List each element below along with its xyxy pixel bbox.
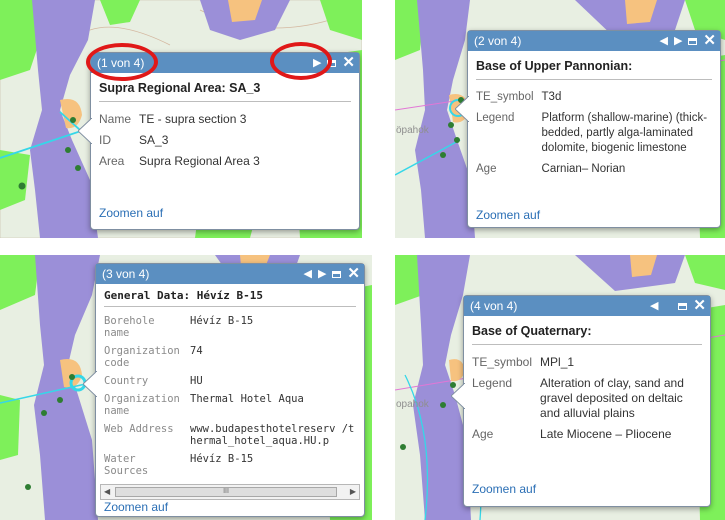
popup-content: Supra Regional Area: SA_3 Name TE - supra… [91, 73, 359, 173]
highlight-circle-counter [86, 43, 158, 81]
panel-4: opahok (4 von 4) ◀ ✕ Base of Quaternary:… [395, 255, 725, 520]
attribute-value: Alteration of clay, sand and gravel depo… [540, 376, 684, 420]
attribute-key: Legend [476, 112, 515, 124]
popup-title: General Data: Hévíz B-15 [104, 289, 356, 307]
map-place-label: opahok [396, 399, 429, 410]
attribute-row: Age Late Miocene – Pliocene [472, 425, 702, 446]
attribute-row: Name TE - supra section 3 [99, 110, 260, 131]
highlight-circle-next [270, 42, 332, 80]
popup-pointer [455, 96, 469, 122]
attribute-table: Name TE - supra section 3 ID SA_3 Area Supr… [99, 110, 260, 173]
next-arrow-icon[interactable]: ▶ [674, 31, 682, 51]
close-icon[interactable]: ✕ [347, 264, 360, 284]
popup-title: Base of Upper Pannonian: [476, 59, 712, 80]
previous-arrow-icon[interactable]: ◀ [650, 296, 658, 316]
attribute-value: Supra Regional Area 3 [139, 154, 260, 168]
close-icon[interactable]: ✕ [342, 53, 355, 73]
popup-title: Base of Quaternary: [472, 324, 702, 345]
next-arrow-icon[interactable]: ▶ [318, 264, 326, 284]
popup-content: General Data: Hévíz B-15 Borehole name Hé… [96, 284, 364, 481]
attribute-value: Carnian– Norian [541, 163, 626, 175]
attribute-row: Organization name Thermal Hotel Aqua [104, 391, 356, 421]
panel-3: (3 von 4) ◀ ▶ ✕ General Data: Hévíz B-15… [0, 255, 372, 520]
popup-titlebar: (3 von 4) ◀ ▶ ✕ [96, 264, 364, 284]
attribute-row: TE_symbol MPl_1 [472, 353, 702, 374]
attribute-row: Country HU [104, 373, 356, 391]
zoom-to-link[interactable]: Zoomen auf [99, 206, 163, 220]
attribute-row: TE_symbol T3d [476, 88, 712, 109]
attribute-value: Hévíz B-15 [190, 453, 254, 465]
zoom-to-link[interactable]: Zoomen auf [472, 482, 536, 496]
popup-title: Supra Regional Area: SA_3 [99, 81, 351, 102]
attribute-row: Borehole name Hévíz B-15 [104, 313, 356, 343]
attribute-key: Age [476, 163, 497, 175]
maximize-icon[interactable] [332, 270, 342, 278]
scrollbar-thumb[interactable]: III [115, 487, 337, 497]
attribute-value: Hévíz B-15 [190, 315, 254, 327]
attribute-table: TE_symbol MPl_1 Legend Alteration of clay,… [472, 353, 702, 446]
previous-arrow-icon[interactable]: ◀ [659, 31, 667, 51]
info-popup-2[interactable]: (2 von 4) ◀ ▶ ✕ Base of Upper Pannonian:… [467, 30, 721, 228]
attribute-key: TE_symbol [472, 355, 533, 369]
attribute-value: SA_3 [139, 133, 169, 147]
attribute-value: T3d [541, 91, 562, 103]
close-icon[interactable]: ✕ [693, 296, 706, 316]
attribute-value: TE - supra section 3 [139, 112, 247, 126]
popup-counter: (3 von 4) [102, 267, 150, 281]
info-popup-3[interactable]: (3 von 4) ◀ ▶ ✕ General Data: Hévíz B-15… [95, 263, 365, 517]
close-icon[interactable]: ✕ [703, 31, 716, 51]
attribute-row: Legend Alteration of clay, sand and grave… [472, 374, 702, 425]
attribute-key: Country [104, 375, 149, 387]
popup-content: Base of Upper Pannonian: TE_symbol T3d Le… [468, 51, 720, 181]
popup-content: Base of Quaternary: TE_symbol MPl_1 Legen… [464, 316, 710, 446]
attribute-key: ID [99, 133, 111, 147]
attribute-row: Web Address www.budapesthotelreserv /ther… [104, 421, 356, 451]
zoom-to-link[interactable]: Zoomen auf [476, 208, 540, 222]
panel-1: szfőlerv (1 von 4) ▶ ✕ Supra Regional Ar… [0, 0, 362, 238]
attribute-table: TE_symbol T3d Legend Platform (shallow-mar… [476, 88, 712, 181]
attribute-key: Water Sources [104, 453, 149, 477]
horizontal-scrollbar[interactable]: ◀ III ▶ [100, 484, 360, 500]
info-popup-4[interactable]: (4 von 4) ◀ ✕ Base of Quaternary: TE_sym… [463, 295, 711, 507]
attribute-key: Legend [472, 376, 513, 390]
attribute-key: Web Address [104, 423, 174, 435]
popup-titlebar: (4 von 4) ◀ ✕ [464, 296, 710, 316]
popup-pointer [83, 371, 97, 397]
previous-arrow-icon[interactable]: ◀ [303, 264, 311, 284]
popup-counter: (2 von 4) [474, 34, 522, 48]
attribute-row: Organization code 74 [104, 343, 356, 373]
attribute-key: Organization name [104, 393, 180, 417]
scroll-right-icon[interactable]: ▶ [350, 485, 356, 499]
attribute-value: Late Miocene – Pliocene [540, 427, 672, 441]
panel-2: öpahok (2 von 4) ◀ ▶ ✕ Base of Upper Pan… [395, 0, 725, 238]
maximize-icon[interactable] [678, 302, 688, 310]
popup-counter: (4 von 4) [470, 299, 518, 313]
attribute-key: Organization code [104, 345, 180, 369]
attribute-row: Age Carnian– Norian [476, 160, 712, 181]
attribute-key: Area [99, 154, 125, 168]
attribute-value: HU [190, 375, 203, 387]
popup-pointer [78, 118, 92, 144]
attribute-key: Borehole name [104, 315, 155, 339]
popup-pointer [451, 383, 465, 409]
attribute-row: ID SA_3 [99, 131, 260, 152]
maximize-icon[interactable] [688, 37, 698, 45]
map-place-label: öpahok [396, 125, 429, 136]
popup-titlebar: (2 von 4) ◀ ▶ ✕ [468, 31, 720, 51]
attribute-row: Water Sources Hévíz B-15 [104, 451, 356, 481]
attribute-key: Age [472, 427, 494, 441]
attribute-value: MPl_1 [540, 355, 575, 369]
scroll-left-icon[interactable]: ◀ [104, 485, 110, 499]
attribute-value: www.budapesthotelreserv /thermal_hotel_a… [190, 423, 355, 447]
attribute-value: Thermal Hotel Aqua [190, 393, 304, 405]
attribute-row: Legend Platform (shallow-marine) (thick-b… [476, 109, 712, 160]
attribute-key: TE_symbol [476, 91, 534, 103]
attribute-row: Area Supra Regional Area 3 [99, 152, 260, 173]
attribute-table: Borehole name Hévíz B-15 Organization cod… [104, 313, 356, 481]
attribute-value: Platform (shallow-marine) (thick-bedded,… [541, 112, 708, 154]
attribute-value: 74 [190, 345, 203, 357]
zoom-to-link[interactable]: Zoomen auf [104, 500, 168, 514]
attribute-key: Name [99, 112, 132, 126]
